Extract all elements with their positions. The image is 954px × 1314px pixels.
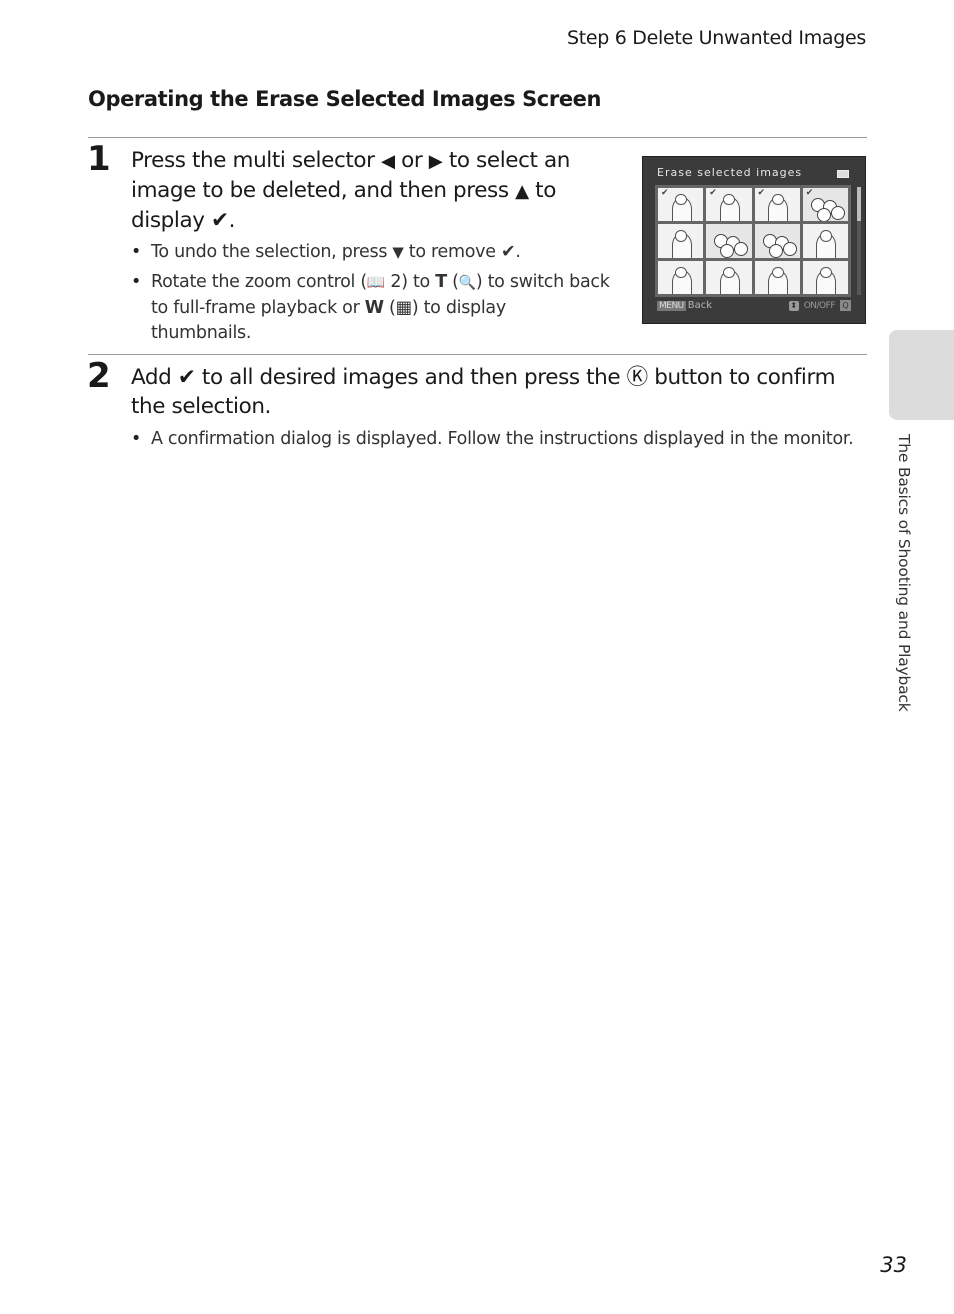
chapter-tab bbox=[889, 330, 954, 420]
camera-footer: MENU Back ⬍ ON/OFF Q bbox=[657, 300, 851, 314]
section-title: Operating the Erase Selected Images Scre… bbox=[88, 87, 602, 111]
person-head bbox=[771, 266, 784, 278]
thumbnail-mother-child[interactable]: ✔ bbox=[706, 188, 752, 222]
text: . bbox=[515, 242, 521, 262]
thumbnail-portrait[interactable] bbox=[658, 224, 704, 258]
thumbnail-mother-child[interactable] bbox=[658, 260, 704, 294]
step-1-bullets: To undo the selection, press ▼ to remove… bbox=[131, 240, 611, 351]
person-head bbox=[771, 193, 784, 206]
check-mark-icon: ✔ bbox=[757, 188, 766, 198]
person-head bbox=[675, 266, 688, 278]
thumbnail-mother-child[interactable] bbox=[802, 224, 848, 258]
menu-button-icon: MENU bbox=[657, 301, 686, 311]
check-mark-icon: ✔ bbox=[177, 365, 196, 390]
back-label: Back bbox=[687, 300, 713, 311]
camera-screen: Erase selected images ✔ ✔ ✔ ✔ MENU Back ⬍ ON… bbox=[642, 156, 866, 324]
flower-shape bbox=[768, 244, 783, 258]
running-head: Step 6 Delete Unwanted Images bbox=[566, 27, 866, 49]
step-number-2: 2 bbox=[87, 356, 111, 396]
tele-t-label: T bbox=[435, 272, 447, 292]
thumbnail-portrait[interactable]: ✔ bbox=[658, 188, 704, 222]
thumbnail-flowers[interactable] bbox=[754, 224, 800, 258]
text: or bbox=[394, 148, 429, 173]
thumbnail-grid: ✔ ✔ ✔ ✔ bbox=[655, 185, 851, 297]
onoff-label: ON/OFF bbox=[803, 300, 836, 311]
check-mark-icon: ✔ bbox=[500, 242, 516, 262]
step-2-bullets: A confirmation dialog is displayed. Foll… bbox=[131, 427, 871, 457]
wide-w-label: W bbox=[364, 298, 384, 318]
thumbnail-portrait[interactable] bbox=[802, 260, 848, 294]
check-mark-icon: ✔ bbox=[805, 188, 814, 198]
ok-button-icon: Ⓚ bbox=[626, 365, 649, 390]
right-arrow-icon: ▶ bbox=[428, 151, 443, 172]
divider bbox=[88, 354, 867, 355]
thumbnail-family[interactable] bbox=[706, 260, 752, 294]
battery-icon bbox=[837, 170, 849, 178]
step-number-1: 1 bbox=[87, 139, 111, 179]
text: to remove bbox=[403, 242, 501, 262]
check-mark-icon: ✔ bbox=[210, 208, 229, 233]
person-head bbox=[675, 230, 688, 242]
person-head bbox=[819, 230, 832, 242]
divider bbox=[88, 137, 867, 138]
text: 2) to bbox=[385, 272, 436, 292]
chapter-label: The Basics of Shooting and Playback bbox=[895, 434, 913, 712]
text: Press the multi selector bbox=[131, 148, 382, 173]
thumbnail-portrait[interactable] bbox=[754, 260, 800, 294]
text: ( bbox=[383, 298, 396, 318]
text: . bbox=[228, 208, 236, 233]
bullet: A confirmation dialog is displayed. Foll… bbox=[131, 427, 871, 452]
text: Rotate the zoom control ( bbox=[151, 272, 367, 292]
check-mark-icon: ✔ bbox=[709, 188, 717, 198]
thumbnail-family[interactable]: ✔ bbox=[754, 188, 800, 222]
scrollbar-thumb bbox=[857, 187, 861, 221]
left-arrow-icon: ◀ bbox=[381, 151, 395, 172]
check-mark-icon: ✔ bbox=[661, 188, 669, 198]
magnify-icon: 🔍 bbox=[458, 275, 476, 291]
down-arrow-icon: ▼ bbox=[392, 243, 404, 261]
page-number: 33 bbox=[880, 1253, 907, 1277]
text: to all desired images and then press the bbox=[195, 365, 627, 390]
step-2-text: Add ✔ to all desired images and then pre… bbox=[131, 363, 871, 421]
flower-shape bbox=[816, 208, 831, 222]
text: Add bbox=[131, 365, 178, 390]
book-reference-icon: 📖 bbox=[366, 273, 386, 291]
up-arrow-icon: ▲ bbox=[515, 181, 529, 202]
flower-shape bbox=[830, 206, 845, 220]
scrollbar bbox=[857, 187, 861, 295]
bullet: Rotate the zoom control (📖 2) to T (🔍) t… bbox=[131, 270, 611, 346]
thumbnail-flowers[interactable]: ✔ bbox=[802, 188, 848, 222]
flower-shape bbox=[734, 242, 749, 257]
person-head bbox=[819, 266, 832, 278]
magnify-icon: Q bbox=[840, 300, 851, 311]
text: ( bbox=[446, 272, 459, 292]
step-1-text: Press the multi selector ◀ or ▶ to selec… bbox=[131, 146, 601, 235]
flower-shape bbox=[782, 242, 797, 257]
thumbnail-icon: ▦ bbox=[395, 298, 413, 318]
bullet: To undo the selection, press ▼ to remove… bbox=[131, 240, 611, 265]
camera-screen-title: Erase selected images bbox=[657, 166, 803, 179]
text: To undo the selection, press bbox=[151, 242, 393, 262]
thumbnail-flowers[interactable] bbox=[706, 224, 752, 258]
up-down-icon: ⬍ bbox=[788, 300, 799, 311]
flower-shape bbox=[720, 244, 735, 258]
